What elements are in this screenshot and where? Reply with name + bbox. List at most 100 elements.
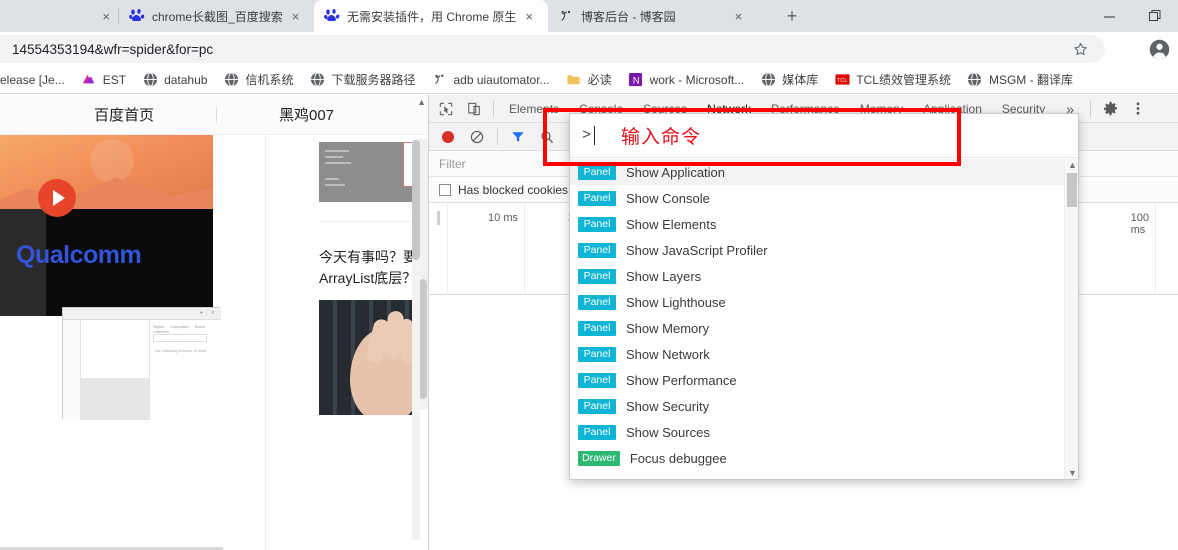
- command-item-label: Show Performance: [626, 372, 737, 388]
- bookmark-item[interactable]: 下载服务器路径: [301, 68, 423, 92]
- bookmark-label: EST: [102, 72, 127, 87]
- browser-tab-3[interactable]: 博客后台 - 博客园 ×: [548, 0, 778, 32]
- command-item-label: Show Console: [626, 190, 710, 206]
- tab-close-icon[interactable]: ×: [735, 10, 743, 23]
- command-item-label: Show Lighthouse: [626, 294, 726, 310]
- bookmark-item[interactable]: TCL TCL绩效管理系统: [826, 68, 959, 92]
- command-item[interactable]: Panel Show Console: [570, 185, 1078, 211]
- bookmark-item[interactable]: EST: [73, 68, 134, 92]
- bookmark-label: MSGM - 翻译库: [988, 73, 1073, 87]
- web-page-content: 百度首页 黑鸡007 Qualcomm ● ⋮ ✕ Styles Compute…: [0, 95, 428, 550]
- page-scrollbar[interactable]: [412, 140, 420, 540]
- command-item[interactable]: Panel Show Elements: [570, 211, 1078, 237]
- bookmark-item[interactable]: elease [Je...: [0, 68, 73, 92]
- panel-badge: Panel: [578, 216, 616, 232]
- baidu-icon: [129, 9, 145, 21]
- tcl-icon: TCL: [834, 72, 850, 88]
- toolbar-divider: [1090, 100, 1092, 117]
- panel-badge: Panel: [578, 294, 616, 310]
- inner-scrollbar-thumb[interactable]: [419, 279, 427, 399]
- bookmark-label: adb uiautomator...: [453, 72, 550, 87]
- record-button-icon[interactable]: [435, 124, 461, 150]
- tab-close-icon[interactable]: ×: [102, 10, 110, 23]
- command-item[interactable]: Panel Show Memory: [570, 315, 1078, 341]
- minimize-button[interactable]: [1086, 0, 1132, 32]
- command-item[interactable]: Panel Show Layers: [570, 263, 1078, 289]
- column-rule: [319, 221, 427, 222]
- article-thumbnail-1: [319, 142, 427, 202]
- bookmark-label: datahub: [164, 72, 208, 87]
- command-palette-input-row[interactable]: > 输入命令: [570, 114, 1078, 158]
- search-icon[interactable]: [534, 124, 560, 150]
- nav-user-link[interactable]: 黑鸡007: [279, 104, 334, 125]
- bookmark-item[interactable]: 媒体库: [752, 68, 826, 92]
- gear-icon[interactable]: [1097, 96, 1123, 122]
- qualcomm-logo: Qualcomm: [16, 241, 142, 269]
- omnibox-row: 14554353194&wfr=spider&for=pc: [0, 32, 1178, 66]
- panel-badge: Panel: [578, 320, 616, 336]
- bookmark-item[interactable]: N work - Microsoft...: [620, 68, 753, 92]
- star-icon[interactable]: [1069, 38, 1091, 60]
- bookmark-label: 媒体库: [782, 73, 819, 87]
- play-button-icon[interactable]: [38, 179, 76, 217]
- has-blocked-cookies-checkbox[interactable]: [439, 183, 451, 196]
- bookmark-item[interactable]: adb uiautomator...: [423, 68, 557, 92]
- clear-icon[interactable]: [464, 124, 490, 150]
- filter-funnel-icon[interactable]: [505, 124, 531, 150]
- panel-badge: Panel: [578, 164, 616, 180]
- scroll-up-arrow-icon[interactable]: ▲: [417, 97, 426, 107]
- tab-title: 无需安装插件，用 Chrome 原生: [347, 9, 517, 24]
- timeline-left-marker: [437, 211, 440, 225]
- scroll-down-icon[interactable]: ▼: [1068, 468, 1077, 478]
- cnblogs-icon: [561, 10, 571, 21]
- maximize-restore-button[interactable]: [1132, 0, 1178, 32]
- inspect-element-icon[interactable]: [433, 96, 459, 122]
- command-palette-scrollbar[interactable]: ▲ ▼: [1064, 159, 1078, 479]
- command-item[interactable]: Panel Show Lighthouse: [570, 289, 1078, 315]
- command-palette-list[interactable]: Panel Show Application Panel Show Consol…: [570, 159, 1078, 479]
- devtools-screenshot-thumbnail: ● ⋮ ✕ Styles Computed Event Listeners No…: [62, 307, 221, 420]
- browser-tab-2[interactable]: 无需安装插件，用 Chrome 原生 ×: [314, 0, 548, 32]
- device-toolbar-icon[interactable]: [461, 96, 487, 122]
- bookmark-item[interactable]: 必读: [558, 68, 620, 92]
- tab-close-icon[interactable]: ×: [292, 10, 300, 23]
- page-second-column: 今天有事吗？要 ArrayList底层？: [265, 135, 428, 550]
- profile-avatar-icon[interactable]: [1148, 38, 1170, 60]
- browser-tab-0[interactable]: ×: [0, 0, 118, 32]
- browser-tab-1[interactable]: chrome长截图_百度搜索 ×: [119, 0, 314, 32]
- command-item[interactable]: Panel Show Application: [570, 159, 1078, 185]
- bookmark-item[interactable]: MSGM - 翻译库: [959, 68, 1081, 92]
- nav-home-link[interactable]: 百度首页: [94, 104, 154, 125]
- command-item[interactable]: Panel Show Performance: [570, 367, 1078, 393]
- panel-badge: Panel: [578, 398, 616, 414]
- sun-shape: [90, 139, 134, 183]
- command-palette[interactable]: > 输入命令 Panel Show Application Panel Show…: [569, 113, 1079, 480]
- globe-icon: [223, 72, 239, 88]
- command-item-label: Show Elements: [626, 216, 717, 232]
- screenshot-window-dots: ● ⋮ ✕: [200, 310, 215, 316]
- command-item[interactable]: Panel Show JavaScript Profiler: [570, 237, 1078, 263]
- screenshot-empty-text: No matching selector or style: [155, 348, 207, 353]
- tab-close-icon[interactable]: ×: [525, 10, 533, 23]
- scroll-up-icon[interactable]: ▲: [1068, 160, 1077, 170]
- page-scrollbar-thumb[interactable]: [412, 140, 420, 260]
- command-item[interactable]: Panel Show Network: [570, 341, 1078, 367]
- page-nav-bar: 百度首页 黑鸡007: [0, 95, 428, 135]
- devtools-tab-elements[interactable]: Elements: [500, 96, 568, 122]
- kebab-menu-icon[interactable]: [1125, 96, 1151, 122]
- tab-title: 博客后台 - 博客园: [581, 9, 676, 24]
- globe-icon: [760, 72, 776, 88]
- command-item[interactable]: Panel Show Security: [570, 393, 1078, 419]
- new-tab-button[interactable]: +: [778, 2, 806, 30]
- bookmarks-bar: elease [Je... EST datahub 信机系统 下载服务器路径 a…: [0, 66, 1178, 94]
- command-prompt-symbol: >: [582, 127, 592, 144]
- command-palette-scrollbar-thumb[interactable]: [1067, 173, 1077, 207]
- bookmark-item[interactable]: 信机系统: [215, 68, 301, 92]
- svg-text:TCL: TCL: [837, 78, 848, 84]
- command-item[interactable]: Drawer Focus debuggee: [570, 445, 1078, 471]
- timeline-gridline: [524, 203, 525, 295]
- bookmark-item[interactable]: datahub: [134, 68, 215, 92]
- command-item[interactable]: Panel Show Sources: [570, 419, 1078, 445]
- video-thumbnail[interactable]: Qualcomm: [0, 209, 213, 316]
- address-bar[interactable]: 14554353194&wfr=spider&for=pc: [0, 35, 1105, 63]
